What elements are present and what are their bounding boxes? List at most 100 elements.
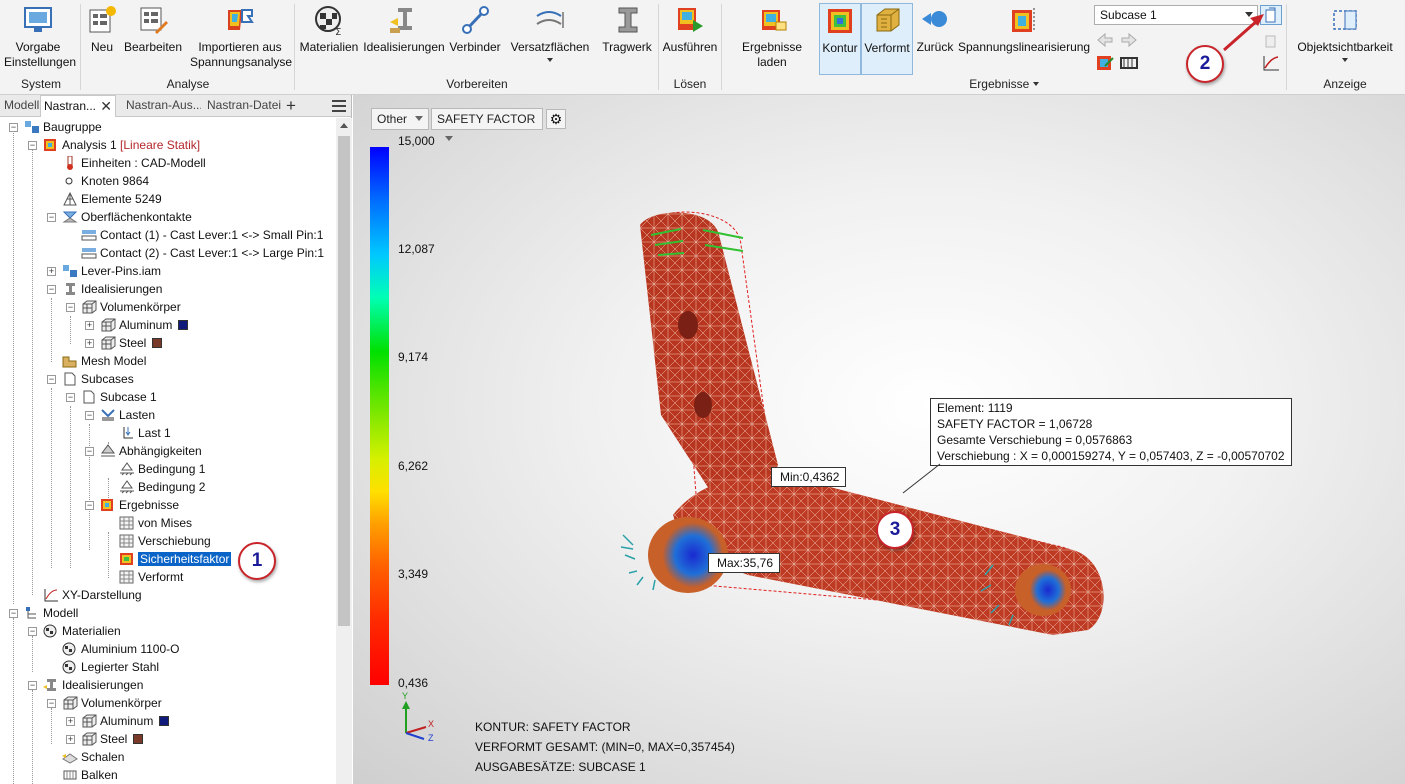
tree-ergebnisse[interactable]: Ergebnisse <box>100 496 179 514</box>
ergebnisse-laden-button[interactable]: Ergebnisse laden <box>726 4 818 70</box>
tree-last-1[interactable]: Last 1 <box>119 424 171 442</box>
tree-analysis[interactable]: Analysis 1 [Lineare Statik] <box>43 136 200 154</box>
info-total-displacement: Gesamte Verschiebung = 0,0576863 <box>937 433 1133 447</box>
materialien-button[interactable]: Σ Materialien <box>297 4 361 55</box>
tree-aluminum-2[interactable]: Aluminum <box>81 712 170 730</box>
ausfuehren-button[interactable]: Ausführen <box>661 4 719 55</box>
previous-result-button[interactable] <box>1094 30 1116 50</box>
browser-scrollbar[interactable] <box>336 118 352 784</box>
monitor-icon <box>22 4 54 36</box>
color-swatch <box>133 734 144 744</box>
tree-elemente[interactable]: Elemente 5249 <box>62 190 162 208</box>
constraint-icon <box>119 462 135 476</box>
run-solver-icon <box>674 4 706 36</box>
tree-label: Steel <box>119 336 147 350</box>
tree-verformt[interactable]: Verformt <box>119 568 183 586</box>
tree-abhaengigkeiten[interactable]: Abhängigkeiten <box>100 442 202 460</box>
tree-label: Modell <box>43 606 79 620</box>
tree-label-selected: Sicherheitsfaktor <box>138 552 232 566</box>
tree-label: Subcase 1 <box>100 390 157 404</box>
tree-subcases[interactable]: Subcases <box>62 370 134 388</box>
graphics-viewport[interactable]: Other SAFETY FACTOR ⚙ 15,000 12,087 9,17… <box>353 95 1405 784</box>
tree-idealisierungen-2[interactable]: Idealisierungen <box>43 676 143 694</box>
tree-steel[interactable]: Steel <box>100 334 163 352</box>
tree-label: Lever-Pins.iam <box>81 264 162 278</box>
idealization-icon <box>43 678 59 692</box>
tree-label: Steel <box>100 732 128 746</box>
tree-aluminum[interactable]: Aluminum <box>100 316 189 334</box>
tree-balken[interactable]: Balken <box>62 766 118 784</box>
verformt-label: Verformt <box>864 41 910 55</box>
tree-idealisierungen[interactable]: Idealisierungen <box>62 280 162 298</box>
tree-steel-2[interactable]: Steel <box>81 730 144 748</box>
tree-label: Volumenkörper <box>100 300 181 314</box>
tree-mesh-model[interactable]: Mesh Model <box>62 352 146 370</box>
tree-contact-1[interactable]: Contact (1) - Cast Lever:1 <-> Small Pin… <box>81 226 323 244</box>
tragwerk-button[interactable]: Tragwerk <box>598 4 656 55</box>
spannungslinearisierung-button[interactable]: Spannungslinearisierung <box>958 4 1090 55</box>
tab-modell[interactable]: Modell <box>1 95 39 117</box>
tree-kontakte[interactable]: Oberflächenkontakte <box>62 208 192 226</box>
axis-y-label: Y <box>402 691 409 701</box>
bearbeiten-button[interactable]: Bearbeiten <box>122 4 184 55</box>
neu-button[interactable]: Neu <box>84 4 120 55</box>
tab-nastran[interactable]: Nastran... ✕ <box>40 95 116 117</box>
menu-icon[interactable] <box>332 100 346 112</box>
objektsichtbarkeit-label: Objektsichtbarkeit <box>1297 40 1393 54</box>
objektsichtbarkeit-button[interactable]: Objektsichtbarkeit <box>1292 4 1398 64</box>
vorgabe-einstellungen-button[interactable]: Vorgabe Einstellungen <box>4 4 76 70</box>
load-results-icon <box>756 4 788 36</box>
group-label-analyse: Analyse <box>166 77 210 91</box>
next-result-button[interactable] <box>1118 30 1140 50</box>
tree-lever-pins[interactable]: Lever-Pins.iam <box>62 262 161 280</box>
tree-bedingung-1[interactable]: Bedingung 1 <box>119 460 205 478</box>
materials-icon: Σ <box>313 4 345 38</box>
close-icon[interactable]: ✕ <box>100 96 112 117</box>
assembly-icon <box>24 120 40 134</box>
tree-materialien[interactable]: Materialien <box>43 622 121 640</box>
color-swatch <box>159 716 170 726</box>
spannungslinearisierung-label: Spannungslinearisierung <box>958 40 1091 54</box>
tree-von-mises[interactable]: von Mises <box>119 514 192 532</box>
import-label-2: Spannungsanalyse <box>190 55 293 69</box>
idealisierungen-button[interactable]: Idealisierungen <box>362 4 446 55</box>
verformt-button[interactable]: Verformt <box>861 3 913 75</box>
xy-plot-button[interactable] <box>1260 53 1282 73</box>
tree-contact-2[interactable]: Contact (2) - Cast Lever:1 <-> Large Pin… <box>81 244 324 262</box>
versatzflaechen-label: Versatzflächen <box>510 40 590 54</box>
tree-label: Elemente 5249 <box>81 192 162 206</box>
kontur-button[interactable]: Kontur <box>819 3 861 75</box>
tab-nastran-ausgabe[interactable]: Nastran-Aus... <box>123 95 201 117</box>
tree-verschiebung[interactable]: Verschiebung <box>119 532 211 550</box>
tree-bedingung-2[interactable]: Bedingung 2 <box>119 478 205 496</box>
annotation-badge-3: 3 <box>876 511 914 549</box>
animation-button[interactable] <box>1118 53 1140 73</box>
tree-baugruppe[interactable]: Baugruppe <box>24 118 102 136</box>
tree-label: Last 1 <box>138 426 171 440</box>
neu-label: Neu <box>90 40 113 54</box>
verbinder-button[interactable]: Verbinder <box>446 4 504 55</box>
tree-label: Schalen <box>81 750 125 764</box>
result-options-button[interactable] <box>1094 53 1116 73</box>
tree-legierter-stahl[interactable]: Legierter Stahl <box>62 658 159 676</box>
scroll-up-icon[interactable] <box>340 123 348 128</box>
tree-aluminium-1100[interactable]: Aluminium 1100-O <box>62 640 179 658</box>
tree-lasten[interactable]: Lasten <box>100 406 155 424</box>
tree-subcase-1[interactable]: Subcase 1 <box>81 388 157 406</box>
add-tab-icon[interactable]: + <box>283 95 301 117</box>
tree-einheiten[interactable]: Einheiten : CAD-Modell <box>62 154 206 172</box>
tree-modell[interactable]: Modell <box>24 604 78 622</box>
tree-volumenkoerper-2[interactable]: Volumenkörper <box>62 694 162 712</box>
tree-xy-darstellung[interactable]: XY-Darstellung <box>43 586 142 604</box>
solid-mesh-icon <box>62 696 78 710</box>
tree-schalen[interactable]: Schalen <box>62 748 124 766</box>
tab-nastran-datei[interactable]: Nastran-Datei <box>204 95 282 117</box>
zurueck-button[interactable]: Zurück <box>915 4 955 55</box>
versatzflaechen-button[interactable]: Versatzflächen <box>508 4 592 64</box>
importieren-button[interactable]: Importieren aus Spannungsanalyse <box>190 4 293 70</box>
tree-sicherheitsfaktor[interactable]: Sicherheitsfaktor <box>119 550 232 568</box>
tree-knoten[interactable]: Knoten 9864 <box>62 172 149 190</box>
tree-volumenkoerper[interactable]: Volumenkörper <box>81 298 181 316</box>
scrollbar-thumb[interactable] <box>338 136 350 626</box>
group-label-vorbereiten: Vorbereiten <box>446 77 508 91</box>
